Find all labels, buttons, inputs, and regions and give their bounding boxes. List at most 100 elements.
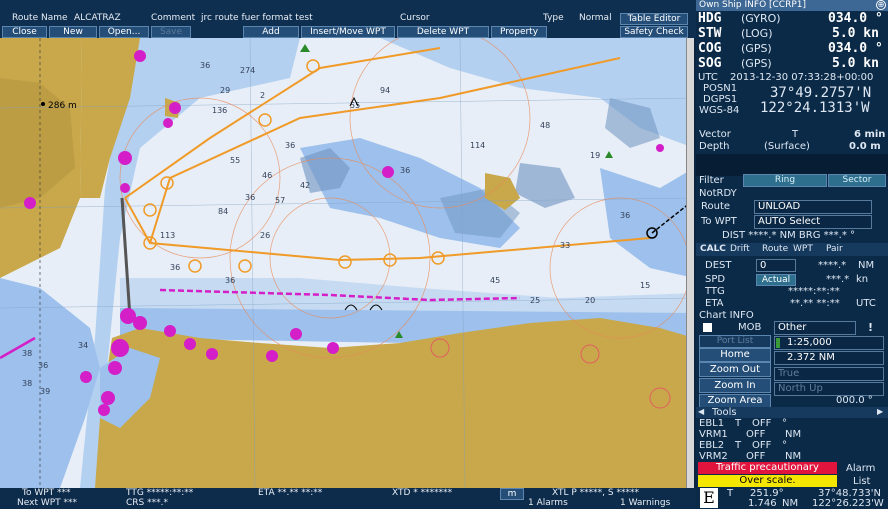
longitude: 122°24.1313'W <box>760 100 870 116</box>
spd-value: ***.* <box>826 274 850 285</box>
svg-text:136: 136 <box>212 106 227 115</box>
close-button[interactable]: Close <box>2 26 47 38</box>
other-select[interactable]: Other <box>774 321 856 335</box>
dest-unit: NM <box>858 260 875 271</box>
xtl-status: XTL P *****, S ***** <box>552 488 639 498</box>
xtd-unit-button[interactable]: m <box>500 488 524 500</box>
new-button[interactable]: New <box>49 26 97 38</box>
e-icon: E <box>700 488 718 508</box>
zoom-out-button[interactable]: Zoom Out <box>699 362 771 377</box>
ring-button[interactable]: Ring <box>743 174 827 187</box>
tools-right-arrow[interactable]: ▶ <box>877 408 883 416</box>
vrm1-label[interactable]: VRM1 <box>699 430 728 440</box>
ttg-status: TTG *****:**:** <box>126 488 194 498</box>
scale-select[interactable]: 1:25,000 <box>774 336 884 350</box>
to-wpt-select[interactable]: AUTO Select <box>754 215 872 229</box>
comment-value[interactable]: jrc route fuer format test <box>201 14 313 23</box>
delete-wpt-button[interactable]: Delete WPT <box>397 26 489 38</box>
rotation-value: 000.0 ° <box>836 395 873 406</box>
svg-text:36: 36 <box>245 193 255 202</box>
open-button[interactable]: Open... <box>99 26 149 38</box>
stw-label: STW <box>698 26 722 41</box>
overscale-banner[interactable]: Over scale. <box>698 475 837 487</box>
tab-calc[interactable]: CALC <box>700 245 726 254</box>
svg-text:33: 33 <box>560 241 570 250</box>
svg-text:36: 36 <box>200 61 210 70</box>
next-wpt-status: Next WPT *** <box>17 498 78 508</box>
zoom-in-button[interactable]: Zoom In <box>699 378 771 393</box>
nautical-chart[interactable]: 3627429 213636 464255 368457 559436 1144… <box>0 38 694 488</box>
vrm2-unit: NM <box>785 451 802 462</box>
tab-route[interactable]: Route <box>762 245 788 254</box>
ebl1-mode[interactable]: T <box>735 419 741 429</box>
info-button[interactable]: ! <box>868 322 873 333</box>
spd-mode-button[interactable]: Actual <box>756 274 796 286</box>
route-select[interactable]: UNLOAD <box>754 200 872 214</box>
range-select[interactable]: 2.372 NM <box>774 351 884 365</box>
to-wpt-label: To WPT <box>701 216 737 227</box>
vrm2-label[interactable]: VRM2 <box>699 452 728 462</box>
dest-select[interactable]: 0 <box>756 259 796 272</box>
svg-text:38: 38 <box>22 349 32 358</box>
svg-text:42: 42 <box>300 181 310 190</box>
spd-label: SPD <box>705 274 726 285</box>
wgs-label: WGS-84 <box>699 105 740 116</box>
insert-move-wpt-button[interactable]: Insert/Move WPT <box>301 26 395 38</box>
vector-value[interactable]: 6 min <box>854 130 885 140</box>
filter-strip <box>696 154 888 176</box>
tab-drift[interactable]: Drift <box>730 245 750 254</box>
mob-label[interactable]: MOB <box>738 323 761 333</box>
ttg-value: *****:**:** <box>788 286 840 297</box>
svg-text:36: 36 <box>170 263 180 272</box>
route-name-value[interactable]: ALCATRAZ <box>74 14 121 23</box>
cursor-longitude: 122°26.223'W <box>812 498 884 509</box>
safety-check-button[interactable]: Safety Check <box>620 26 688 38</box>
chart-area[interactable]: 36 274 29 2 136 36 46 42 55 36 84 57 55 94 36 114 4… <box>0 38 694 488</box>
port-list-button[interactable]: Port List <box>699 335 771 348</box>
ebl2-label[interactable]: EBL2 <box>699 441 724 451</box>
ebl1-label[interactable]: EBL1 <box>699 419 724 429</box>
tools-left-arrow[interactable]: ◀ <box>698 408 704 416</box>
compass-icon[interactable]: ⊕ <box>876 0 886 10</box>
svg-text:15: 15 <box>640 281 650 290</box>
sector-button[interactable]: Sector <box>828 174 886 187</box>
traffic-alert-banner[interactable]: Traffic precautionary <box>698 462 837 474</box>
utc-label: UTC <box>698 72 718 83</box>
svg-text:55: 55 <box>230 156 240 165</box>
mob-icon[interactable] <box>703 323 712 332</box>
posn-label: POSN1 <box>703 83 738 94</box>
hdg-label: HDG <box>698 11 722 26</box>
chart-scrollbar[interactable] <box>686 38 694 488</box>
xtd-status: XTD * ******* <box>392 488 453 498</box>
orientation-true[interactable]: True <box>774 367 884 381</box>
svg-text:114: 114 <box>470 141 485 150</box>
cursor-mode: T <box>727 488 734 499</box>
filter-label: Filter <box>699 175 724 186</box>
svg-text:39: 39 <box>40 387 50 396</box>
svg-text:29: 29 <box>220 86 230 95</box>
tab-pair[interactable]: Pair <box>826 245 843 254</box>
add-button[interactable]: Add <box>243 26 299 38</box>
north-up-select[interactable]: North Up <box>774 382 884 396</box>
alarm-label[interactable]: Alarm <box>846 464 875 474</box>
cog-value: 034.0 ° <box>828 41 883 56</box>
tab-wpt[interactable]: WPT <box>793 245 813 254</box>
dist-brg-readout: DIST ****.* NM BRG ***.* ° <box>722 230 856 241</box>
svg-text:113: 113 <box>160 231 175 240</box>
route-name-label: Route Name <box>12 13 68 23</box>
vector-mode[interactable]: T <box>792 130 798 140</box>
svg-text:84: 84 <box>218 207 228 216</box>
zoom-area-button[interactable]: Zoom Area <box>699 394 771 408</box>
alarms-count[interactable]: 1 Alarms <box>528 499 568 508</box>
type-value[interactable]: Normal <box>579 14 612 23</box>
save-button[interactable]: Save <box>151 26 191 38</box>
property-button[interactable]: Property <box>491 26 547 38</box>
ebl2-mode[interactable]: T <box>735 441 741 451</box>
svg-text:36: 36 <box>620 211 630 220</box>
warnings-count[interactable]: 1 Warnings <box>620 499 670 508</box>
ebl1-unit: ° <box>782 418 787 429</box>
table-editor-button[interactable]: Table Editor <box>620 13 688 25</box>
eta-value: **.** **:** <box>790 298 840 309</box>
alarm-list-label[interactable]: List <box>853 477 870 487</box>
home-button[interactable]: Home <box>699 348 771 362</box>
